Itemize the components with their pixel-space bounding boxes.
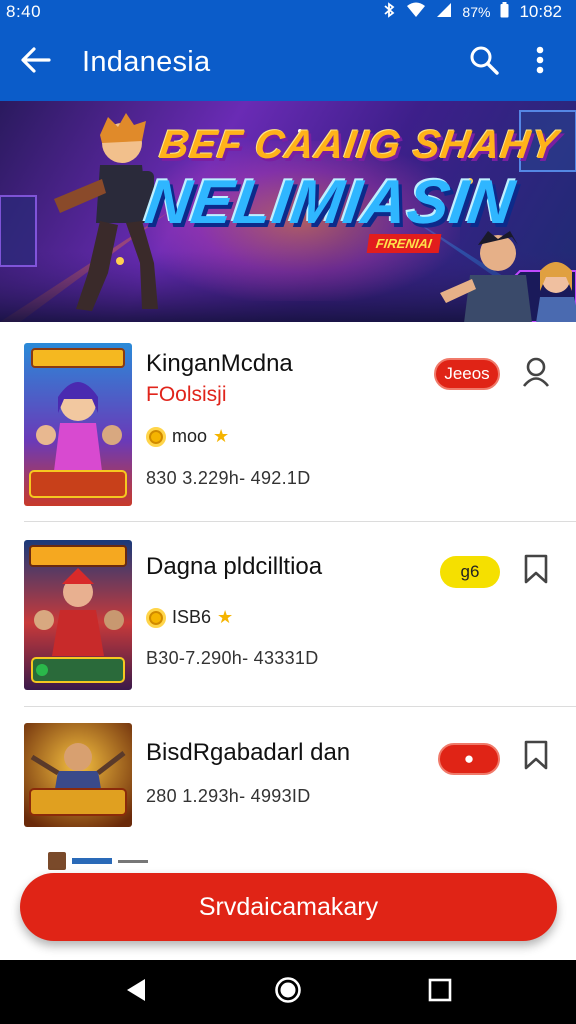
bookmark-button[interactable] bbox=[520, 554, 552, 589]
banner-tag: FIRENIAI bbox=[366, 234, 441, 253]
more-vert-icon bbox=[536, 46, 544, 79]
status-bar: 8:40 87% 10:82 bbox=[0, 0, 576, 24]
bookmark-icon bbox=[524, 740, 548, 775]
app-bar: Indanesia bbox=[0, 24, 576, 101]
wifi-icon bbox=[406, 2, 426, 23]
battery-icon bbox=[500, 1, 509, 23]
system-nav-bar bbox=[0, 960, 576, 1024]
game-meta: 280 1.293h- 4993ID bbox=[146, 786, 311, 806]
arrow-left-icon bbox=[21, 47, 51, 78]
game-list-item[interactable]: BisdRgabadarl dan 280 1.293h- 4993ID ● bbox=[24, 707, 576, 847]
battery-percent: 87% bbox=[462, 4, 491, 20]
game-status-pill[interactable]: g6 bbox=[440, 556, 500, 588]
app-screen: 8:40 87% 10:82 Indanesia BEF CAAIIG SHAH… bbox=[0, 0, 576, 1024]
back-button[interactable] bbox=[0, 24, 72, 101]
game-cover-art bbox=[24, 723, 132, 827]
game-status-pill[interactable]: Jeeos bbox=[434, 358, 500, 390]
game-rating: moo ★ bbox=[146, 426, 229, 447]
game-title: KinganMcdna bbox=[146, 350, 293, 377]
bookmark-icon bbox=[524, 554, 548, 589]
game-thumbnail bbox=[24, 723, 132, 827]
game-title: Dagna pldcilltioa bbox=[146, 553, 323, 580]
nav-back-button[interactable] bbox=[112, 968, 160, 1016]
signal-icon bbox=[436, 2, 452, 23]
game-thumbnail bbox=[24, 540, 132, 690]
banner-headline-top: BEF CAAIIG SHAHY bbox=[156, 123, 562, 167]
banner-hero-left-illustration bbox=[54, 113, 158, 311]
game-meta: B30-7.290h- 43331D bbox=[146, 648, 319, 668]
profile-button[interactable] bbox=[520, 357, 552, 392]
star-icon: ★ bbox=[217, 607, 234, 627]
more-options-button[interactable] bbox=[522, 45, 558, 81]
game-status-pill[interactable]: ● bbox=[438, 743, 500, 775]
game-thumbnail-partial bbox=[48, 852, 66, 870]
nav-recents-button[interactable] bbox=[416, 968, 464, 1016]
primary-action-label: Srvdaicamakary bbox=[198, 892, 379, 921]
star-icon: ★ bbox=[213, 426, 230, 446]
app-bar-actions bbox=[466, 45, 576, 81]
page-title: Indanesia bbox=[82, 46, 211, 78]
game-list-item-partial bbox=[48, 846, 248, 876]
game-cover-art bbox=[24, 343, 132, 506]
search-button[interactable] bbox=[466, 45, 502, 81]
status-icons: 87% 10:82 bbox=[382, 1, 562, 23]
game-status-label: ● bbox=[463, 749, 475, 768]
banner-headline-main: NELIMIASIN bbox=[141, 168, 520, 237]
game-cover-art bbox=[24, 540, 132, 690]
status-time-left: 8:40 bbox=[6, 2, 42, 21]
promo-banner[interactable]: BEF CAAIIG SHAHY NELIMIASIN FIRENIAI bbox=[0, 101, 576, 322]
game-title: BisdRgabadarl dan bbox=[146, 739, 351, 766]
status-time-right: 10:82 bbox=[519, 2, 562, 21]
game-list: KinganMcdna FOolsisji moo ★ 830 3.229h- … bbox=[0, 322, 576, 847]
nav-home-icon bbox=[274, 976, 302, 1009]
game-rating-label: moo bbox=[172, 426, 208, 446]
search-icon bbox=[469, 45, 499, 80]
coin-icon bbox=[146, 607, 166, 628]
banner-hero-right-illustration bbox=[440, 231, 576, 322]
partial-text-art bbox=[72, 858, 148, 864]
game-subtitle: FOolsisji bbox=[146, 383, 227, 406]
game-list-item[interactable]: KinganMcdna FOolsisji moo ★ 830 3.229h- … bbox=[24, 322, 576, 522]
person-icon bbox=[522, 357, 550, 392]
game-rating: ISB6 ★ bbox=[146, 607, 233, 628]
game-status-label: Jeeos bbox=[444, 364, 490, 383]
nav-back-icon bbox=[125, 978, 147, 1007]
game-rating-label: ISB6 bbox=[172, 607, 212, 627]
nav-home-button[interactable] bbox=[264, 968, 312, 1016]
game-meta: 830 3.229h- 492.1D bbox=[146, 468, 311, 488]
game-list-item[interactable]: Dagna pldcilltioa ISB6 ★ B30-7.290h- 433… bbox=[24, 522, 576, 707]
bluetooth-icon bbox=[382, 1, 396, 23]
primary-action-button[interactable]: Srvdaicamakary bbox=[20, 873, 557, 941]
nav-recents-icon bbox=[428, 978, 452, 1007]
coin-icon bbox=[146, 426, 166, 447]
bookmark-button[interactable] bbox=[520, 740, 552, 775]
game-thumbnail bbox=[24, 343, 132, 506]
game-status-label: g6 bbox=[460, 562, 480, 581]
